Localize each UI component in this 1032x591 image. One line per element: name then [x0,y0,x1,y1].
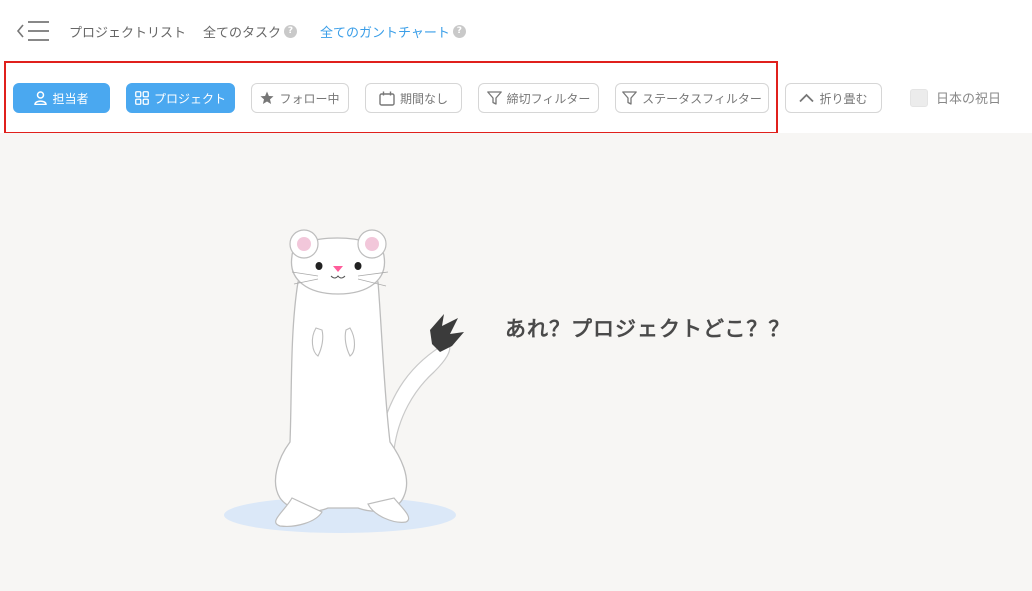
menu-collapse-icon[interactable] [16,19,50,43]
assignee-button-label: 担当者 [52,91,89,106]
tab-all-tasks[interactable]: 全てのタスク ? [203,22,298,41]
tab-project-list-label: プロジェクトリスト [69,26,187,41]
project-button-label: プロジェクト [153,91,226,106]
calendar-icon [379,91,395,106]
collapse-button-label: 折り畳む [819,91,868,106]
filter-icon [622,91,637,105]
person-icon [34,91,48,105]
holiday-checkbox[interactable] [910,88,928,107]
empty-state-message: あれ？プロジェクトどこ？？ [505,317,791,341]
help-icon[interactable]: ? [284,25,298,38]
deadline-filter-button[interactable]: 締切フィルター [478,83,599,113]
tab-project-list[interactable]: プロジェクトリスト [69,22,186,41]
chevron-up-icon [799,93,815,103]
top-nav: プロジェクトリスト 全てのタスク ? 全てのガントチャート ? [0,0,1032,60]
no-deadline-button-label: 期間なし [399,91,448,106]
following-button[interactable]: フォロー中 [251,83,349,113]
status-filter-button-label: ステータスフィルター [642,91,762,106]
help-icon[interactable]: ? [452,25,466,38]
no-deadline-button[interactable]: 期間なし [365,83,462,113]
assignee-button[interactable]: 担当者 [13,83,110,113]
status-filter-button[interactable]: ステータスフィルター [615,83,769,113]
ferret-illustration [224,229,464,533]
gantt-empty-area [0,133,1032,591]
grid-icon [135,91,149,105]
following-button-label: フォロー中 [279,91,340,106]
star-icon [260,91,274,105]
holiday-toggle[interactable]: 日本の祝日 [910,88,1001,107]
filter-icon [486,91,502,105]
holiday-label: 日本の祝日 [936,92,1002,107]
collapse-button[interactable]: 折り畳む [785,83,882,113]
deadline-filter-button-label: 締切フィルター [506,91,591,106]
project-button[interactable]: プロジェクト [126,83,235,113]
tab-all-gantt-charts[interactable]: 全てのガントチャート ? [320,22,466,41]
tab-all-gantt-charts-label: 全てのガントチャート [320,26,450,41]
tab-all-tasks-label: 全てのタスク [203,26,282,41]
